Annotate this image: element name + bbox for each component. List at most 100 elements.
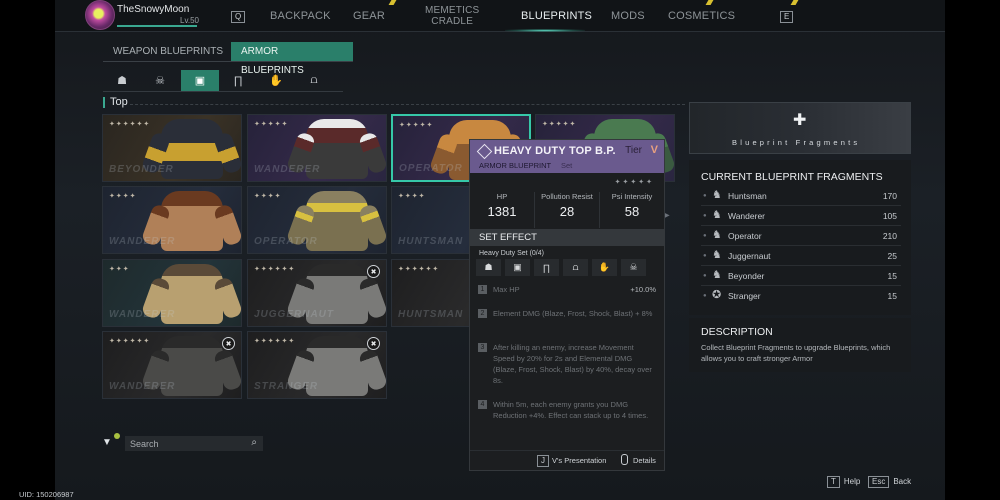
stranger-faction-icon: ✪ [712, 289, 722, 301]
tab-weapon-blueprints[interactable]: WEAPON BLUEPRINTS [103, 42, 233, 61]
effect-text: Element DMG (Blaze, Frost, Shock, Blast)… [493, 309, 653, 318]
category-gloves[interactable]: ✋ [257, 70, 295, 91]
nav-active-indicator [505, 29, 585, 32]
nav-memetics-cradle[interactable]: MEMETICS CRADLE [425, 5, 479, 27]
brand-label: WANDERER [109, 236, 176, 247]
blueprint-card[interactable]: ✦✦✦✦ OPERATOR [247, 186, 387, 254]
fragment-required-icon: ✖ [367, 265, 380, 278]
presentation-key[interactable]: J [537, 455, 549, 467]
rarity-stars: ✦✦✦✦✦ [254, 121, 289, 128]
juggernaut-faction-icon: ♞ [712, 249, 722, 261]
rarity-stars: ✦✦✦✦✦✦ [398, 266, 440, 273]
tooltip-header: HEAVY DUTY TOP B.P. Tier V ARMOR BLUEPRI… [470, 140, 664, 173]
mask-icon: ☠ [155, 75, 165, 87]
fragment-count: 170 [882, 191, 897, 201]
set-effect-3: 3 After killing an enemy, increase Moveme… [478, 342, 658, 386]
fragment-row-stranger: ● ✪ Stranger 15 [701, 286, 901, 306]
bullet-icon: ● [703, 233, 707, 239]
category-mask[interactable]: ☠ [141, 70, 179, 91]
player-avatar[interactable] [85, 0, 115, 30]
tab-armor-blueprints[interactable]: ARMOR BLUEPRINTS [231, 42, 353, 76]
nav-backpack[interactable]: BACKPACK [270, 10, 331, 22]
top-icon: ▣ [505, 259, 530, 276]
nav-cosmetics[interactable]: COSMETICS [668, 10, 735, 22]
blueprint-icon [476, 143, 493, 160]
stat-psi-intensity: Psi Intensity 58 [600, 192, 664, 228]
fragment-name: Stranger [728, 291, 761, 301]
search-box: ⌕ [125, 436, 263, 451]
blueprint-card-locked[interactable]: ✦✦✦✦✦✦ STRANGER ✖ [247, 331, 387, 399]
mouse-icon [621, 454, 628, 465]
category-pants[interactable]: ∏ [219, 70, 257, 91]
effect-number: 4 [478, 400, 487, 409]
blueprint-type: ARMOR BLUEPRINT [479, 161, 552, 170]
fragment-count: 25 [887, 251, 897, 261]
blueprint-card[interactable]: ✦✦✦✦ WANDERER [102, 186, 242, 254]
category-boots[interactable]: ⩍ [295, 70, 333, 91]
blueprint-card[interactable]: ✦✦✦✦✦✦ BEYONDER [102, 114, 242, 182]
blueprint-card[interactable]: ✦✦✦ WANDERER [102, 259, 242, 327]
nav-cradle-label: CRADLE [431, 16, 474, 27]
set-pieces: ☗ ▣ ∏ ⩍ ✋ ☠ [476, 259, 646, 276]
rarity-stars: ✦✦✦✦✦ [399, 122, 434, 129]
blueprint-card-locked[interactable]: ✦✦✦✦✦✦ WANDERER ✖ [102, 331, 242, 399]
blueprint-card-locked[interactable]: ✦✦✦✦✦✦ JUGGERNAUT ✖ [247, 259, 387, 327]
operator-faction-icon: ♞ [712, 229, 722, 241]
details-button[interactable]: Details [633, 456, 656, 465]
blueprint-card[interactable]: ✦✦✦✦✦ WANDERER [247, 114, 387, 182]
nav-gear[interactable]: GEAR [353, 10, 385, 22]
fragments-title: CURRENT BLUEPRINT FRAGMENTS [701, 171, 883, 183]
boots-icon: ⩍ [310, 74, 318, 86]
nav-blueprints[interactable]: BLUEPRINTS [521, 10, 592, 22]
back-button[interactable]: Esc Back [868, 476, 911, 488]
presentation-button[interactable]: V's Presentation [552, 456, 606, 465]
wanderer-faction-icon: ♞ [712, 209, 722, 221]
next-tab-key[interactable]: E [780, 11, 794, 23]
rarity-stars: ✦✦✦✦ [254, 193, 282, 200]
fragment-name: Beyonder [728, 271, 765, 281]
rarity-stars: ✦✦✦ [109, 266, 130, 273]
set-effect-2: 2 Element DMG (Blaze, Frost, Shock, Blast… [478, 308, 658, 319]
description-panel: DESCRIPTION Collect Blueprint Fragments … [689, 318, 911, 372]
rarity-stars: ✦✦✦✦ [398, 193, 426, 200]
filter-button[interactable]: ▼ [102, 437, 116, 451]
brand-label: HUNTSMAN [398, 309, 464, 320]
back-key: Esc [868, 476, 890, 488]
bullet-icon: ● [703, 293, 707, 299]
fragment-name: Wanderer [728, 211, 766, 221]
brand-label: OPERATOR [399, 163, 463, 174]
fragment-row-juggernaut: ● ♞ Juggernaut 25 [701, 246, 901, 266]
search-input[interactable] [130, 436, 240, 451]
set-effect-header: SET EFFECT [470, 229, 664, 246]
fragment-count: 105 [882, 211, 897, 221]
tooltip-title: HEAVY DUTY TOP B.P. [494, 145, 616, 157]
player-uid: UID: 150206987 [19, 490, 74, 499]
filter-active-badge [114, 433, 120, 439]
search-icon[interactable]: ⌕ [251, 437, 257, 448]
helmet-icon: ☗ [117, 75, 127, 87]
rarity-stars: ✦✦✦✦✦ [542, 121, 577, 128]
huntsman-faction-icon: ♞ [712, 189, 722, 201]
section-title: Top [103, 97, 128, 108]
fragment-count: 15 [887, 271, 897, 281]
bullet-icon: ● [703, 213, 707, 219]
rarity-stars: ✦✦✦✦✦ [614, 179, 654, 186]
prev-tab-key[interactable]: Q [231, 11, 246, 23]
top-icon: ▣ [194, 75, 206, 87]
gloves-icon: ✋ [592, 259, 617, 276]
back-label: Back [893, 477, 912, 486]
pants-icon: ∏ [233, 74, 243, 87]
filter-icon: ▼ [102, 437, 112, 448]
brand-label: WANDERER [109, 381, 176, 392]
beyonder-faction-icon: ♞ [712, 269, 722, 281]
effect-text: Max HP [493, 285, 520, 294]
stat-label: Pollution Resist [541, 192, 593, 201]
brand-label: WANDERER [254, 164, 321, 175]
category-top[interactable]: ▣ [181, 70, 219, 91]
mask-icon: ☠ [621, 259, 646, 276]
effect-number: 1 [478, 285, 487, 294]
help-button[interactable]: T Help [827, 476, 860, 488]
category-helmet[interactable]: ☗ [103, 70, 141, 91]
nav-mods[interactable]: MODS [611, 10, 645, 22]
nav-new-marker [705, 0, 714, 5]
